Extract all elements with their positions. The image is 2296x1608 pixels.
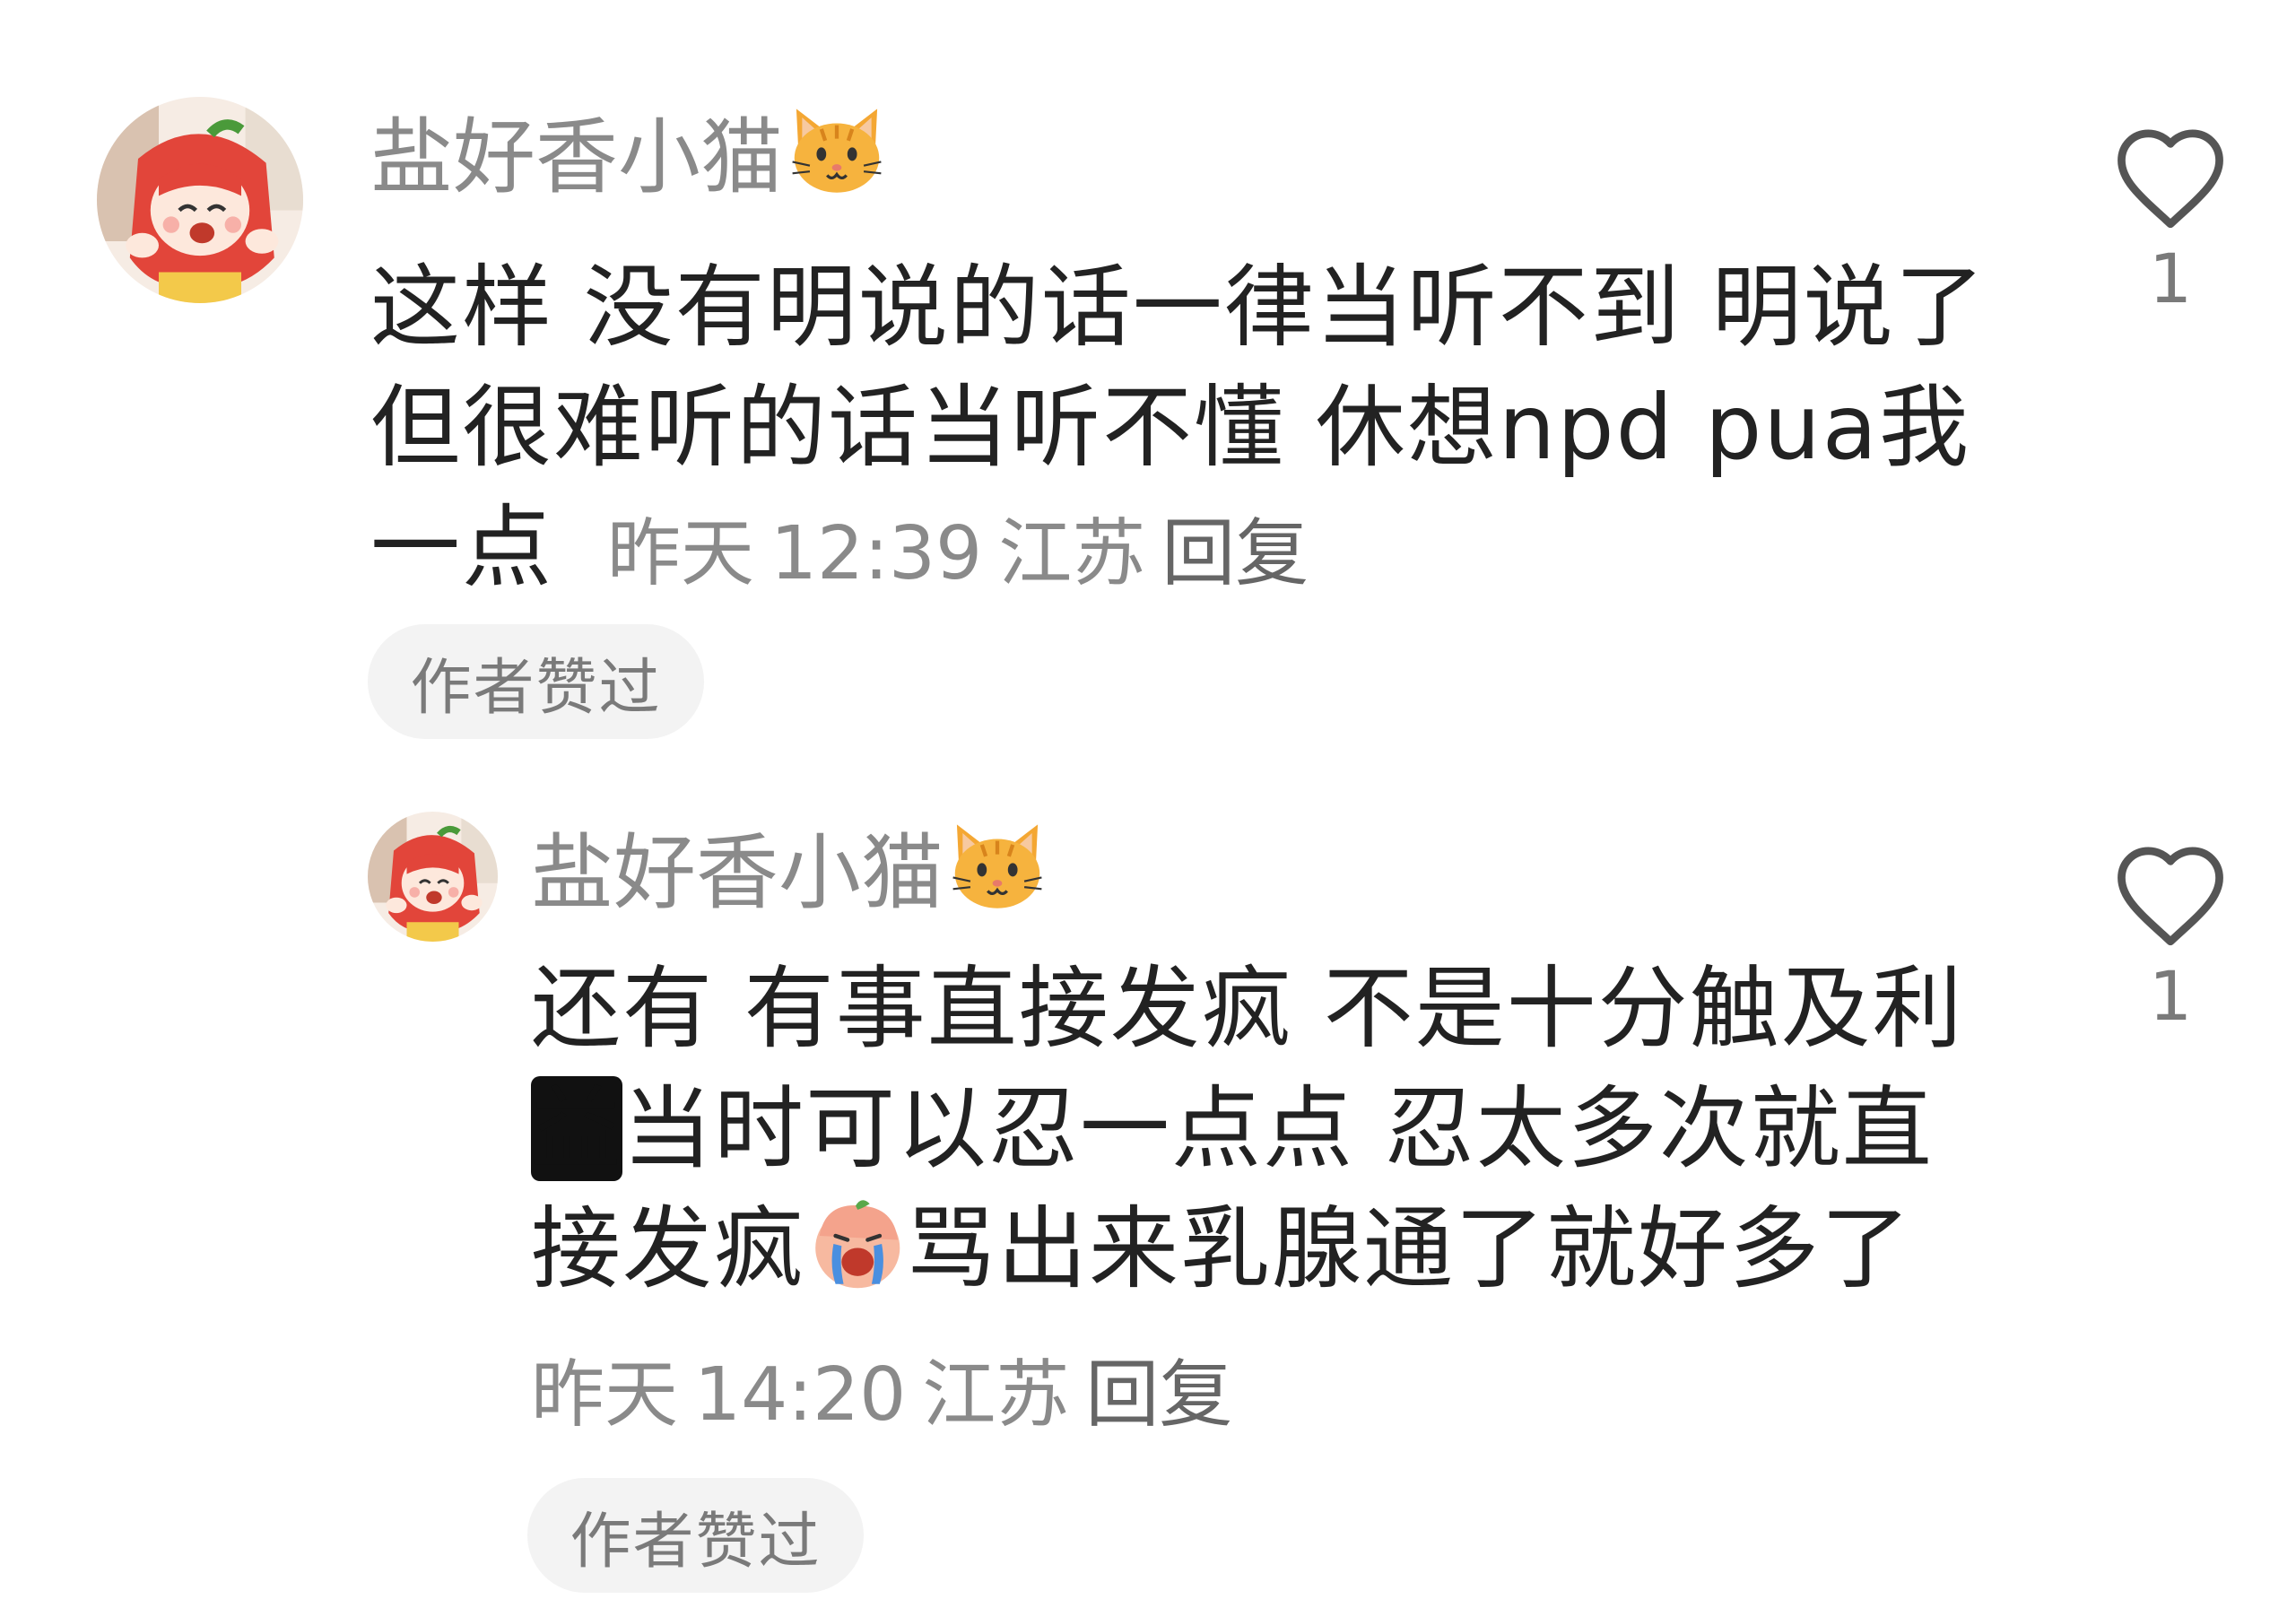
comment-time: 14:20 — [694, 1352, 907, 1438]
comment-2-reply: 盐好香小猫 还有 有事直接发疯 不是十分触及利益当时可以忍一点点 忍太多次就直接… — [0, 0, 2296, 1608]
comment-location: 江苏 — [922, 1352, 1070, 1438]
reply-button[interactable]: 回复 — [1085, 1352, 1232, 1438]
crying-face-icon — [805, 1195, 906, 1322]
censored-word: 益 — [531, 1076, 622, 1181]
comment-body: 还有 有事直接发疯 不是十分触及利益当时可以忍一点点 忍太多次就直接发疯 骂出来… — [531, 949, 2011, 1322]
avatar[interactable] — [368, 812, 498, 942]
like-button[interactable]: 1 — [2099, 841, 2242, 1036]
username[interactable]: 盐好香小猫 — [531, 816, 1046, 921]
heart-icon — [2118, 847, 2223, 946]
avatar-image — [368, 812, 498, 942]
comment-text-part4: 骂出来乳腺通了就好多了 — [906, 1196, 1912, 1301]
comment-date: 昨天 — [531, 1352, 679, 1438]
username-text: 盐好香小猫 — [531, 824, 944, 921]
comment-meta: 昨天 14:20 江苏 回复 — [531, 1334, 1248, 1441]
cat-face-icon — [949, 820, 1046, 911]
author-liked-text: 作者赞过 — [570, 1506, 822, 1578]
comment-text-part1: 还有 有事直接发疯 不是十分触及利 — [531, 956, 1964, 1061]
like-count: 1 — [2148, 956, 2193, 1036]
author-liked-badge: 作者赞过 — [527, 1478, 864, 1593]
